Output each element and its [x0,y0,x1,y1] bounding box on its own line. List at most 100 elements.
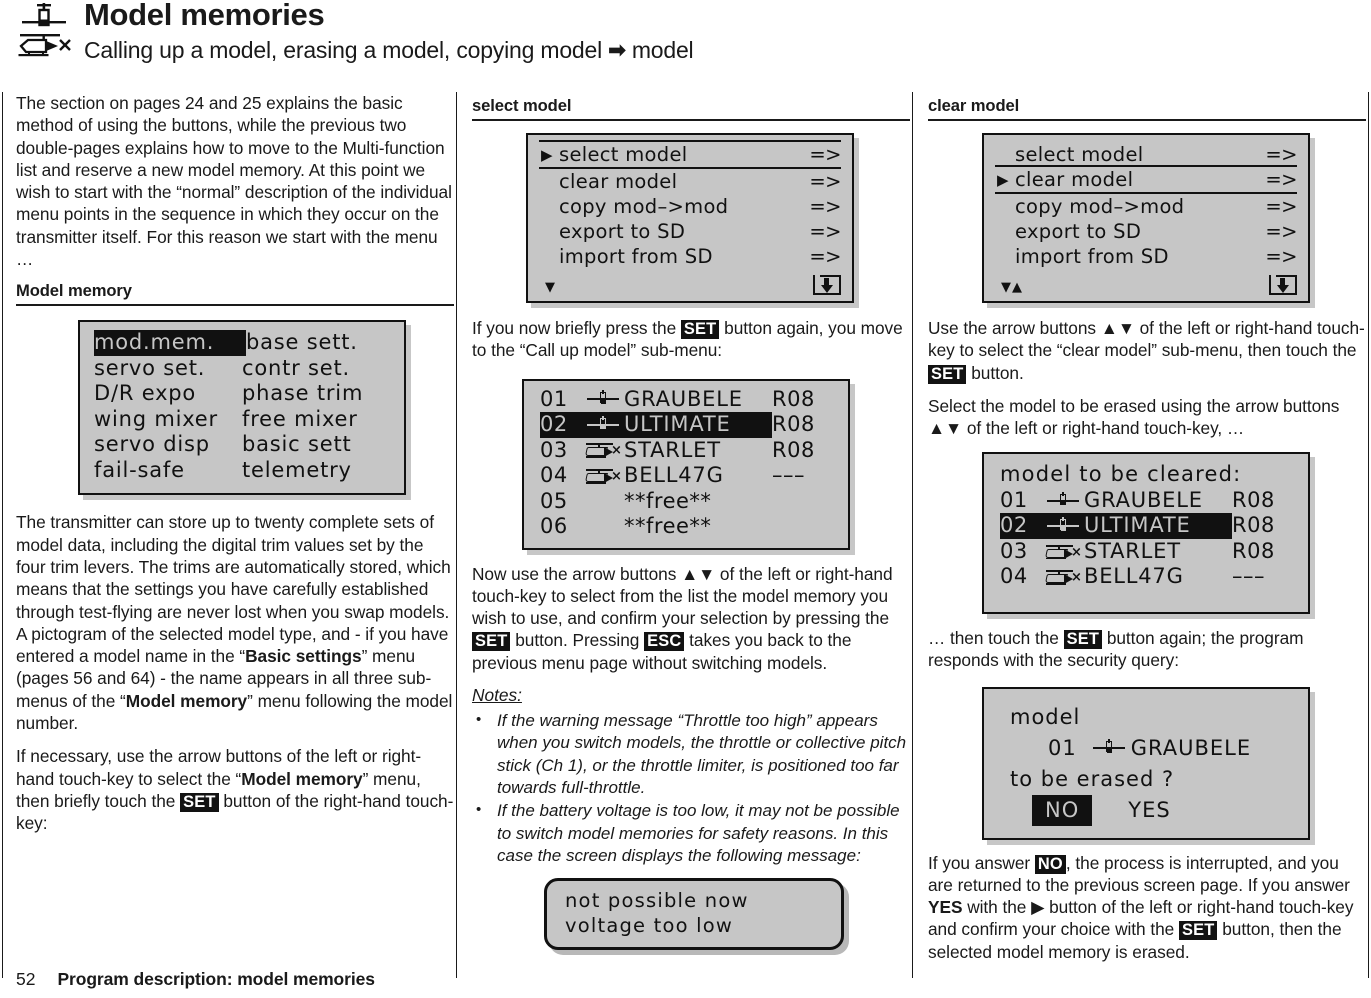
menu-item-label: select model [1015,143,1144,166]
grid-cell-right[interactable]: contr set. [242,356,390,382]
yes-button[interactable]: YES [1128,795,1170,826]
menu-grid-row: servo set. contr set. [94,356,390,382]
yes-label: YES [928,897,963,918]
scroll-down-icon[interactable]: ▼ [545,281,556,295]
menu-item-import-from-sd[interactable]: import from SD => [995,244,1297,269]
model-type-icon [1042,491,1084,510]
model-type-icon [1042,517,1084,535]
column-2: select model ▶ select model => clear mod… [472,92,910,951]
model-list-row[interactable]: 02 ULTIMATE R08 [540,412,838,438]
model-type-icon: × [1042,543,1084,561]
confirm-line-model: model [1010,704,1081,729]
subtitle-after: model [625,37,694,63]
clear-list-title: model to be cleared: [1000,462,1298,488]
grid-cell-left[interactable]: fail-safe [94,458,242,484]
set-button-label[interactable]: SET [180,792,219,812]
menu-item-clear-model[interactable]: clear model => [539,169,841,194]
menu-item-label: copy mod–>mod [559,195,729,218]
column-1: The section on pages 24 and 25 explains … [16,92,454,846]
model-list-row[interactable]: 04 × BELL47G ––– [540,463,838,489]
model-list-row[interactable]: 05 **free** [540,489,838,515]
model-number: 06 [540,514,568,539]
esc-button-label[interactable]: ESC [644,632,685,652]
menu-item-label: clear model [559,170,678,193]
lcd-alert-not-possible: not possible now voltage too low [544,878,844,951]
grid-cell-left[interactable]: mod.mem. [94,330,246,356]
model-number: 05 [540,488,568,513]
up-down-arrow-icon: ▲▼ [1100,318,1135,338]
menu-item-value: => [809,143,841,166]
model-list-row[interactable]: 01 GRAUBELE R08 [1000,488,1298,514]
para1-a: Use the arrow buttons [928,318,1101,338]
model-list-row[interactable]: 01 GRAUBELE R08 [540,387,838,413]
model-name: GRAUBELE [1130,735,1252,760]
sd-card-download-icon [1269,275,1297,295]
cursor-triangle-icon: ▶ [541,146,553,164]
grid-cell-right[interactable]: telemetry [242,458,390,484]
no-button[interactable]: NO [1032,794,1093,826]
model-type-icon: × [582,441,624,459]
scroll-up-down-icon[interactable]: ▼▲ [1001,281,1023,295]
no-button-label[interactable]: NO [1034,854,1066,874]
model-list-row[interactable]: 06 **free** [540,514,838,540]
set-button-label[interactable]: SET [472,632,511,652]
model-list-row[interactable]: 03 × STARLET R08 [540,438,838,464]
model-name: BELL47G [624,463,724,488]
para2-a: The transmitter can store up to twenty c… [16,512,451,667]
receiver-code: R08 [772,437,815,462]
lcd-model-list: 01 GRAUBELE R08 02 ULTIMATE R08 03 × STA… [522,378,850,550]
set-button-label[interactable]: SET [680,320,720,339]
model-name: **free** [624,488,712,513]
menu-item-copy-mod-mod[interactable]: copy mod–>mod => [539,194,841,219]
model-list-row[interactable]: 04 × BELL47G ––– [1000,564,1298,590]
model-list-row[interactable]: 03 × STARLET R08 [1000,539,1298,565]
menu-item-label: clear model [1015,168,1134,191]
menu-item-select-model[interactable]: ▶ select model => [539,140,841,169]
model-number: 04 [1000,564,1028,589]
model-type-icon [582,390,624,408]
page-subtitle: Calling up a model, erasing a model, cop… [84,35,694,66]
menu-item-clear-model[interactable]: ▶ clear model => [995,165,1297,194]
airplane-pictogram [1047,491,1079,510]
note-item: If the battery voltage is too low, it ma… [472,799,910,867]
model-name: BELL47G [1084,564,1184,589]
page-border-left [2,92,3,978]
menu-grid-row: wing mixer free mixer [94,407,390,433]
column-divider-2 [912,92,913,978]
page-number: 52 [16,969,36,989]
grid-cell-left[interactable]: wing mixer [94,407,242,433]
grid-cell-left[interactable]: D/R expo [94,381,242,407]
set-button-label[interactable]: SET [1063,629,1103,649]
helicopter-pictogram: × [1045,568,1082,586]
menu-item-export-to-sd[interactable]: export to SD => [539,219,841,244]
grid-cell-left[interactable]: servo disp [94,432,242,458]
para4-a: If you answer [928,852,1035,873]
para1-c: button. [966,362,1024,383]
confirm-answer-row: NO YES [1010,794,1298,826]
alert-line-2: voltage too low [565,914,734,938]
menu-item-export-to-sd[interactable]: export to SD => [995,219,1297,244]
model-number: 03 [540,437,568,462]
menu-item-value: => [1265,245,1297,268]
grid-cell-right[interactable]: basic sett [242,432,390,458]
helicopter-pictogram: × [585,441,622,459]
set-button-label[interactable]: SET [1178,921,1218,941]
para4-c: with the [962,897,1032,918]
receiver-code: R08 [1232,538,1275,563]
clear-list-title-text: model to be cleared: [1000,462,1242,487]
para3-model-memory: Model memory [241,768,363,789]
grid-cell-right[interactable]: base sett. [246,330,390,356]
menu-item-select-model[interactable]: select model => [995,142,1297,167]
grid-cell-right[interactable]: phase trim [242,381,390,407]
note-item: If the warning message “Throttle too hig… [472,709,910,799]
grid-cell-left[interactable]: servo set. [94,356,242,382]
notes-list: If the warning message “Throttle too hig… [472,709,910,867]
model-list-row[interactable]: 02 ULTIMATE R08 [1000,513,1298,539]
grid-cell-right[interactable]: free mixer [242,407,390,433]
menu-item-copy-mod-mod[interactable]: copy mod–>mod => [995,194,1297,219]
menu-item-value: => [1265,220,1297,243]
menu-grid-row: servo disp basic sett [94,432,390,458]
menu-item-import-from-sd[interactable]: import from SD => [539,244,841,269]
set-button-label[interactable]: SET [928,364,967,384]
page-header: Model memories Calling up a model, erasi… [0,0,1371,78]
